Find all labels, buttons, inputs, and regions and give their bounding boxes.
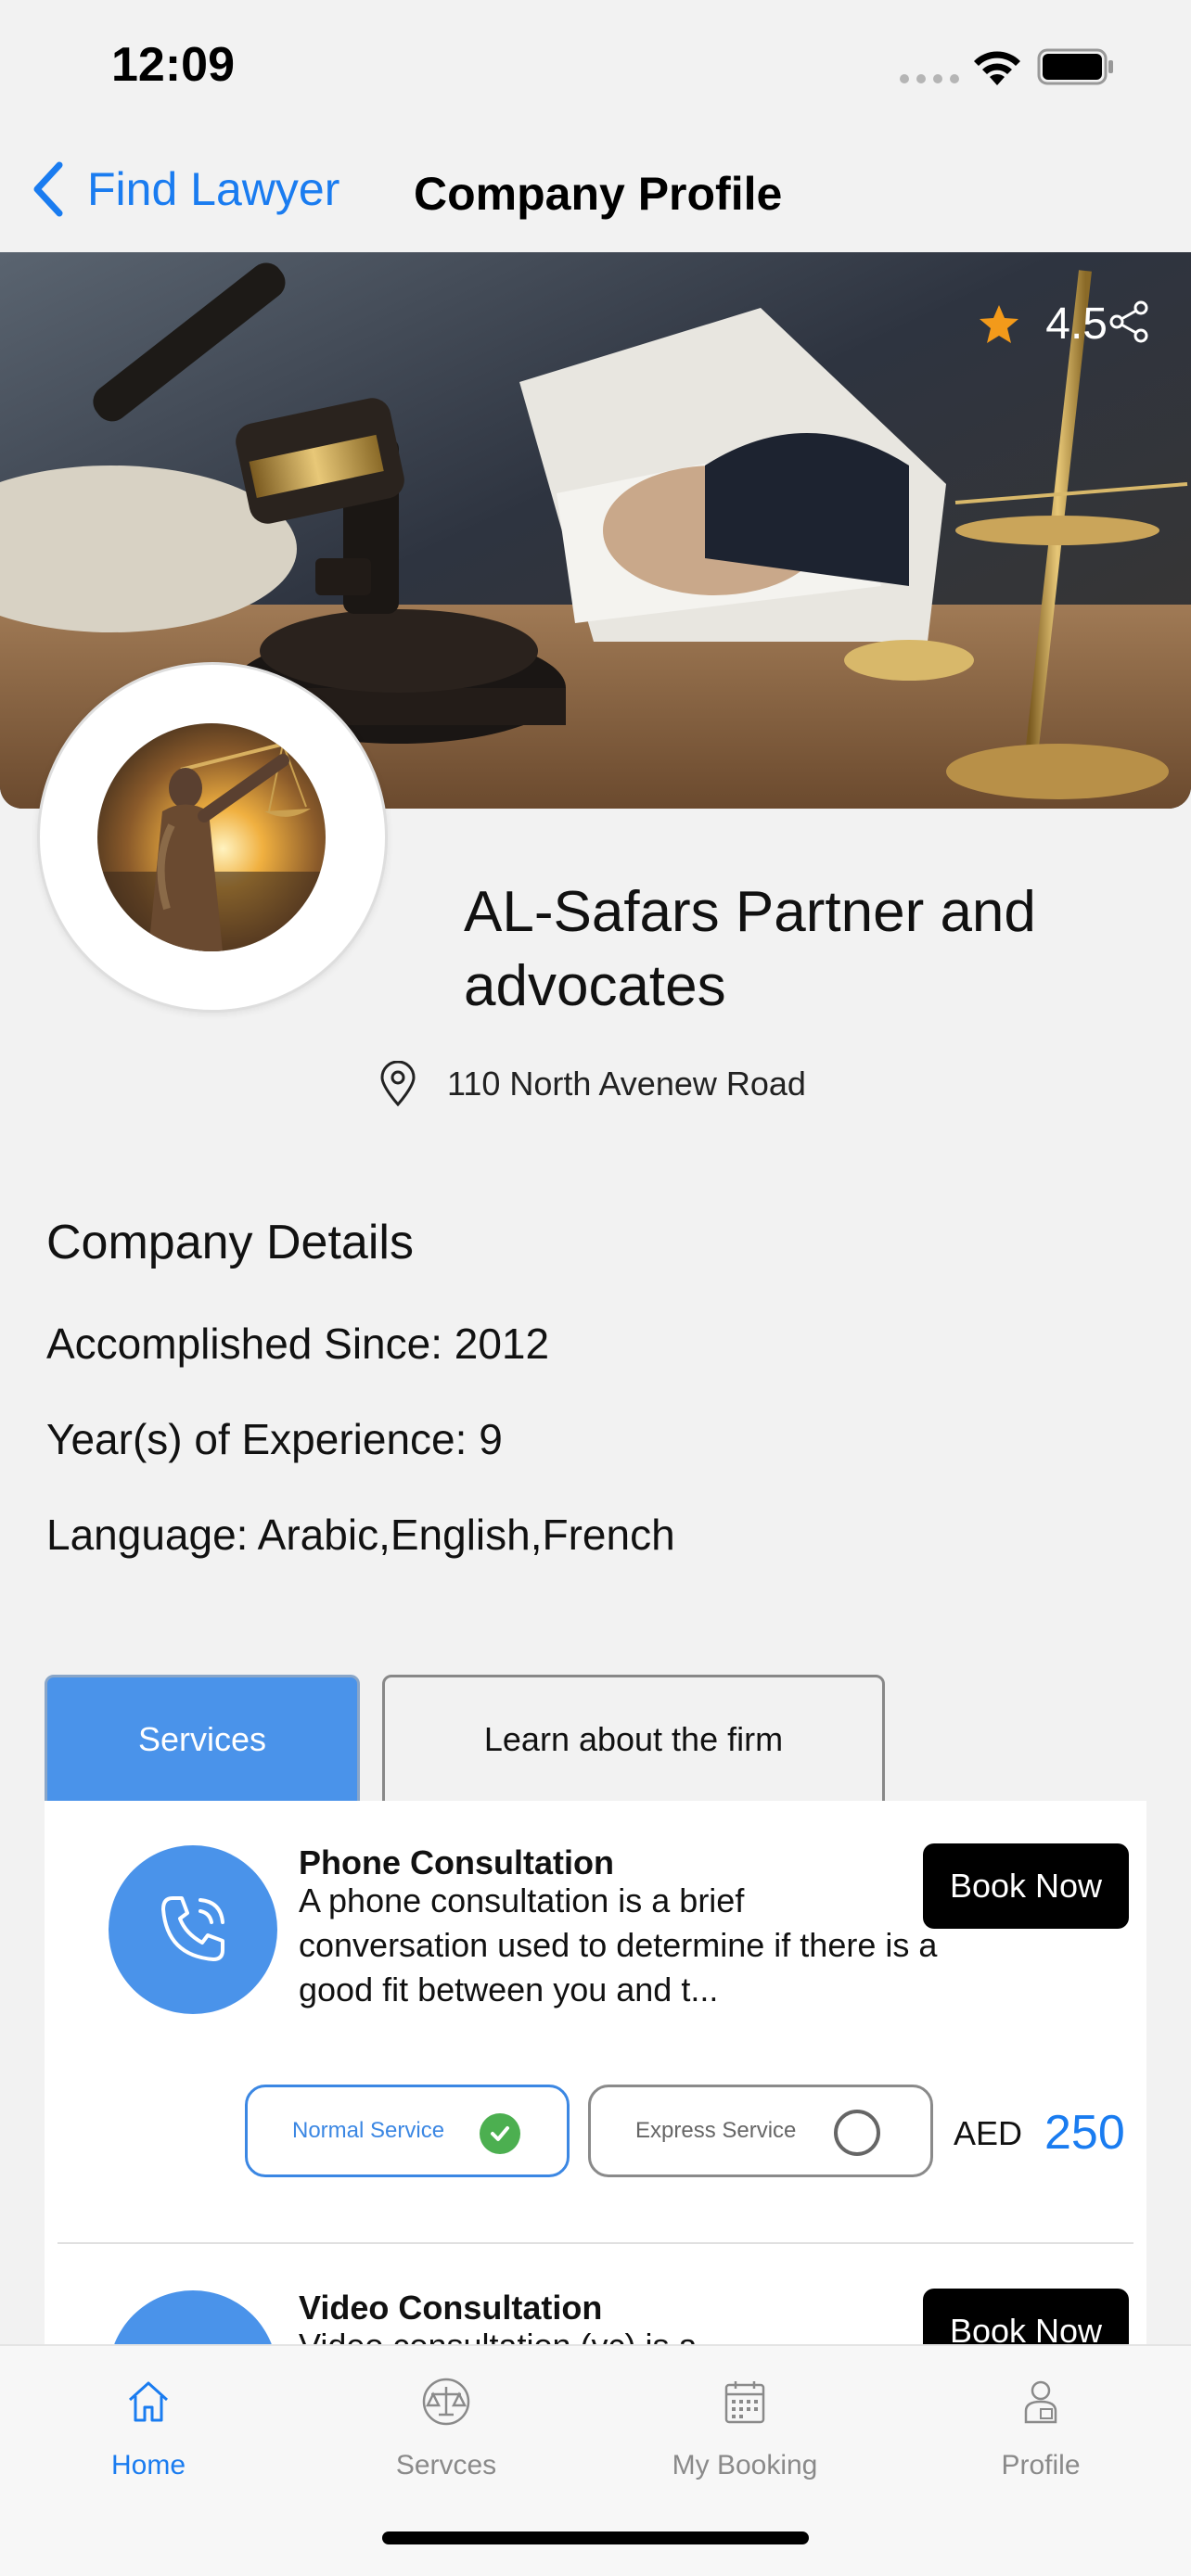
service-title: Video Consultation (299, 2289, 603, 2327)
accomplished-since: Accomplished Since: 2012 (46, 1320, 550, 1368)
divider (58, 2242, 1133, 2244)
normal-service-option[interactable]: Normal Service (245, 2085, 570, 2177)
rating-value: 4.5 (1045, 300, 1108, 349)
calendar-icon (724, 2381, 765, 2424)
tab-home[interactable]: Home (37, 2374, 260, 2481)
services-list: Phone Consultation A phone consultation … (45, 1801, 1146, 2357)
back-button-label: Find Lawyer (87, 163, 340, 215)
status-bar: 12:09 (0, 0, 1191, 139)
profile-icon (1024, 2380, 1057, 2424)
express-service-option[interactable]: Express Service (588, 2085, 933, 2177)
languages: Language: Arabic,English,French (46, 1511, 675, 1559)
battery-icon (1037, 48, 1113, 85)
tab-home-label: Home (110, 2450, 186, 2480)
tab-services[interactable]: Services (45, 1675, 360, 1804)
price-currency: AED (954, 2114, 1023, 2152)
rating: 4.5 (977, 299, 1108, 350)
tab-profile[interactable]: Profile (929, 2374, 1152, 2481)
cellular-signal-icon (900, 74, 959, 83)
book-now-button[interactable]: Book Now (923, 1843, 1129, 1929)
tab-services-nav[interactable]: Servces (335, 2374, 557, 2481)
tab-booking-label: My Booking (672, 2450, 818, 2480)
address: 110 North Avenew Road (378, 1061, 806, 1107)
address-text: 110 North Avenew Road (447, 1065, 806, 1103)
tab-profile-label: Profile (1001, 2450, 1081, 2480)
home-icon (128, 2381, 169, 2422)
location-pin-icon (380, 1061, 416, 1107)
company-logo (97, 723, 326, 951)
tab-services-label: Servces (395, 2450, 497, 2480)
back-button[interactable]: Find Lawyer (30, 159, 339, 219)
phone-icon (161, 1896, 224, 1961)
normal-service-label: Normal Service (292, 2118, 445, 2143)
scales-icon (422, 2378, 470, 2426)
tab-my-booking[interactable]: My Booking (634, 2374, 856, 2481)
company-name: AL-Safars Partner and advocates (464, 880, 1036, 1018)
page-title: Company Profile (414, 168, 783, 220)
lady-justice-image (97, 723, 326, 951)
service-title: Phone Consultation (299, 1843, 614, 1881)
company-details-heading: Company Details (46, 1216, 414, 1269)
price-value: 250 (1044, 2106, 1125, 2160)
tab-learn-about-firm[interactable]: Learn about the firm (382, 1675, 885, 1804)
star-icon (980, 304, 1019, 343)
share-icon[interactable] (1108, 300, 1150, 343)
status-time: 12:09 (111, 38, 235, 92)
phone-service-icon-circle (109, 1845, 277, 2014)
home-indicator (382, 2531, 809, 2544)
navigation-bar: Find Lawyer Company Profile (0, 139, 1191, 250)
chevron-left-icon (33, 161, 63, 217)
checkmark-icon (480, 2113, 520, 2154)
wifi-icon (974, 51, 1020, 85)
years-experience: Year(s) of Experience: 9 (46, 1415, 503, 1463)
express-service-label: Express Service (635, 2118, 797, 2143)
service-description: A phone consultation is a brief conversa… (299, 1881, 938, 2009)
radio-unchecked-icon (834, 2110, 880, 2156)
